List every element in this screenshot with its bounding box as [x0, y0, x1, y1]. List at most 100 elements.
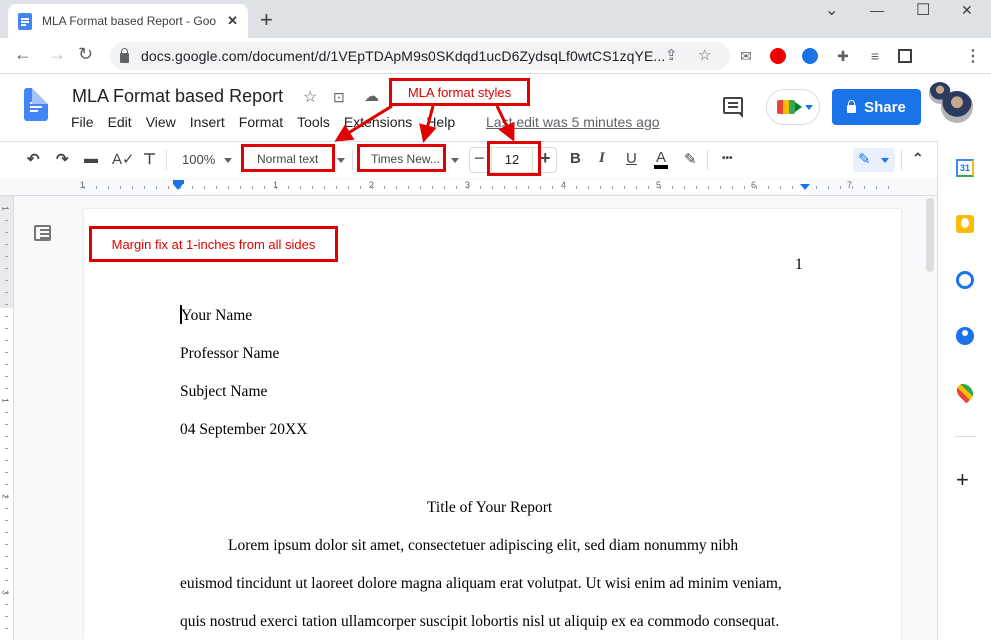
ruler-tick	[132, 186, 133, 189]
header-professor-name[interactable]: Professor Name	[180, 345, 279, 363]
ruler-tick	[5, 544, 8, 545]
new-tab-button[interactable]: +	[260, 7, 273, 33]
ruler-tick	[5, 532, 8, 533]
contacts-icon[interactable]	[956, 327, 974, 345]
ruler-tick	[636, 186, 637, 189]
chevron-down-icon	[881, 158, 889, 163]
ruler-tick	[504, 186, 505, 189]
tab-close-icon[interactable]: ✕	[227, 13, 238, 29]
tasks-icon[interactable]	[956, 271, 974, 289]
minimize-button[interactable]: —	[870, 2, 884, 18]
account-avatar[interactable]	[941, 91, 973, 123]
highlight-icon[interactable]: ✎	[684, 150, 697, 168]
menu-help[interactable]: Help	[419, 114, 462, 130]
url-input[interactable]: docs.google.com/document/d/1VEpTDApM9s0S…	[110, 42, 730, 70]
ruler-tick	[5, 268, 8, 269]
blue-extension-icon[interactable]	[802, 48, 818, 64]
annotation-box-font	[357, 144, 446, 172]
adblock-icon[interactable]	[770, 48, 786, 64]
more-options-button[interactable]: •••	[722, 153, 733, 164]
ruler-tick	[5, 412, 8, 413]
reload-button[interactable]: ↻	[78, 44, 93, 65]
paint-format-icon[interactable]: ⊤	[143, 150, 156, 168]
report-title[interactable]: Title of Your Report	[427, 499, 552, 517]
ruler-tick	[864, 186, 865, 189]
maximize-button[interactable]: ☐	[916, 0, 930, 20]
meet-camera-icon	[777, 100, 802, 114]
ruler-tick	[144, 186, 145, 189]
body-line[interactable]: quis nostrud exerci tation ullamcorper s…	[180, 613, 779, 631]
media-control-icon[interactable]: ≡	[866, 47, 884, 65]
ruler-tick	[5, 388, 8, 389]
menu-tools[interactable]: Tools	[290, 114, 337, 130]
ruler-tick	[792, 186, 793, 189]
google-docs-logo[interactable]	[24, 88, 48, 121]
ruler-tick	[384, 186, 385, 189]
header-your-name[interactable]: Your Name	[181, 307, 252, 325]
back-button[interactable]: ←	[14, 44, 32, 65]
ruler-tick	[324, 186, 325, 189]
font-size-decrease[interactable]: −	[474, 148, 485, 169]
tab-search-icon[interactable]: ⌄	[825, 0, 838, 20]
forward-button[interactable]: →	[48, 44, 66, 65]
extensions-puzzle-icon[interactable]: ✚	[834, 47, 852, 65]
ruler-tick	[576, 186, 577, 189]
ruler-tick	[5, 244, 8, 245]
menu-edit[interactable]: Edit	[101, 114, 139, 130]
underline-button[interactable]: U	[626, 150, 637, 167]
lock-icon	[120, 47, 129, 63]
address-bar-row: ← → ↻ docs.google.com/document/d/1VEpTDA…	[0, 38, 991, 104]
header-subject-name[interactable]: Subject Name	[180, 383, 267, 401]
font-size-increase[interactable]: +	[540, 148, 551, 169]
cloud-saved-icon[interactable]: ☁	[364, 87, 379, 105]
right-indent-handle[interactable]	[800, 184, 810, 190]
document-title[interactable]: MLA Format based Report	[72, 86, 283, 107]
undo-icon[interactable]: ↶	[27, 150, 40, 168]
text-color-button[interactable]: A	[654, 150, 669, 169]
star-icon[interactable]: ☆	[303, 87, 317, 107]
document-outline-icon[interactable]	[34, 225, 51, 241]
left-indent-handle[interactable]	[173, 184, 183, 190]
window-close-button[interactable]: ✕	[961, 2, 973, 19]
add-addon-button[interactable]: +	[956, 467, 969, 493]
calendar-icon[interactable]: 31	[956, 159, 974, 177]
italic-button[interactable]: I	[599, 150, 605, 167]
menu-view[interactable]: View	[139, 114, 183, 130]
menu-file[interactable]: File	[64, 114, 101, 130]
ruler-tick	[780, 186, 781, 189]
ruler-tick	[5, 616, 8, 617]
body-line[interactable]: Lorem ipsum dolor sit amet, consectetuer…	[228, 537, 738, 555]
mail-icon[interactable]: ✉	[737, 47, 755, 65]
more-menu-icon[interactable]: ⋮	[964, 47, 982, 65]
vertical-ruler[interactable]: 1 1 2 3	[0, 196, 14, 640]
zoom-select[interactable]: 100%	[182, 152, 215, 167]
print-icon[interactable]: ▬	[84, 150, 98, 166]
bookmark-star-icon[interactable]: ☆	[698, 46, 711, 64]
keep-icon[interactable]	[956, 215, 974, 233]
browser-tab[interactable]: MLA Format based Report - Goo ✕	[8, 4, 248, 38]
redo-icon[interactable]: ↷	[56, 150, 69, 168]
ruler-tick	[168, 186, 169, 189]
body-line[interactable]: euismod tincidunt ut laoreet dolore magn…	[180, 575, 782, 593]
menu-insert[interactable]: Insert	[183, 114, 232, 130]
meet-button[interactable]	[766, 89, 820, 125]
ruler-tick	[192, 186, 193, 189]
ruler-tick	[816, 186, 817, 189]
spellcheck-icon[interactable]: A✓	[112, 150, 135, 168]
vertical-scrollbar[interactable]	[926, 198, 934, 272]
side-panel-icon[interactable]	[898, 49, 912, 63]
ruler-tick	[732, 186, 733, 189]
bold-button[interactable]: B	[570, 150, 581, 167]
menu-format[interactable]: Format	[232, 114, 290, 130]
comment-history-icon[interactable]	[723, 97, 743, 118]
last-edit-link[interactable]: Last edit was 5 minutes ago	[486, 114, 660, 130]
move-folder-icon[interactable]: ⊡	[333, 89, 345, 106]
editing-mode-button[interactable]: ✎	[853, 148, 895, 172]
horizontal-ruler[interactable]: 1 1 2 3 4 5 6 7	[0, 178, 937, 196]
menu-extensions[interactable]: Extensions	[337, 114, 419, 130]
header-date[interactable]: 04 September 20XX	[180, 421, 307, 439]
ruler-tick	[624, 186, 625, 189]
share-page-icon[interactable]: ⇪	[665, 46, 678, 64]
hide-menus-icon[interactable]: ⌃	[912, 150, 924, 167]
share-button[interactable]: Share	[832, 89, 921, 125]
